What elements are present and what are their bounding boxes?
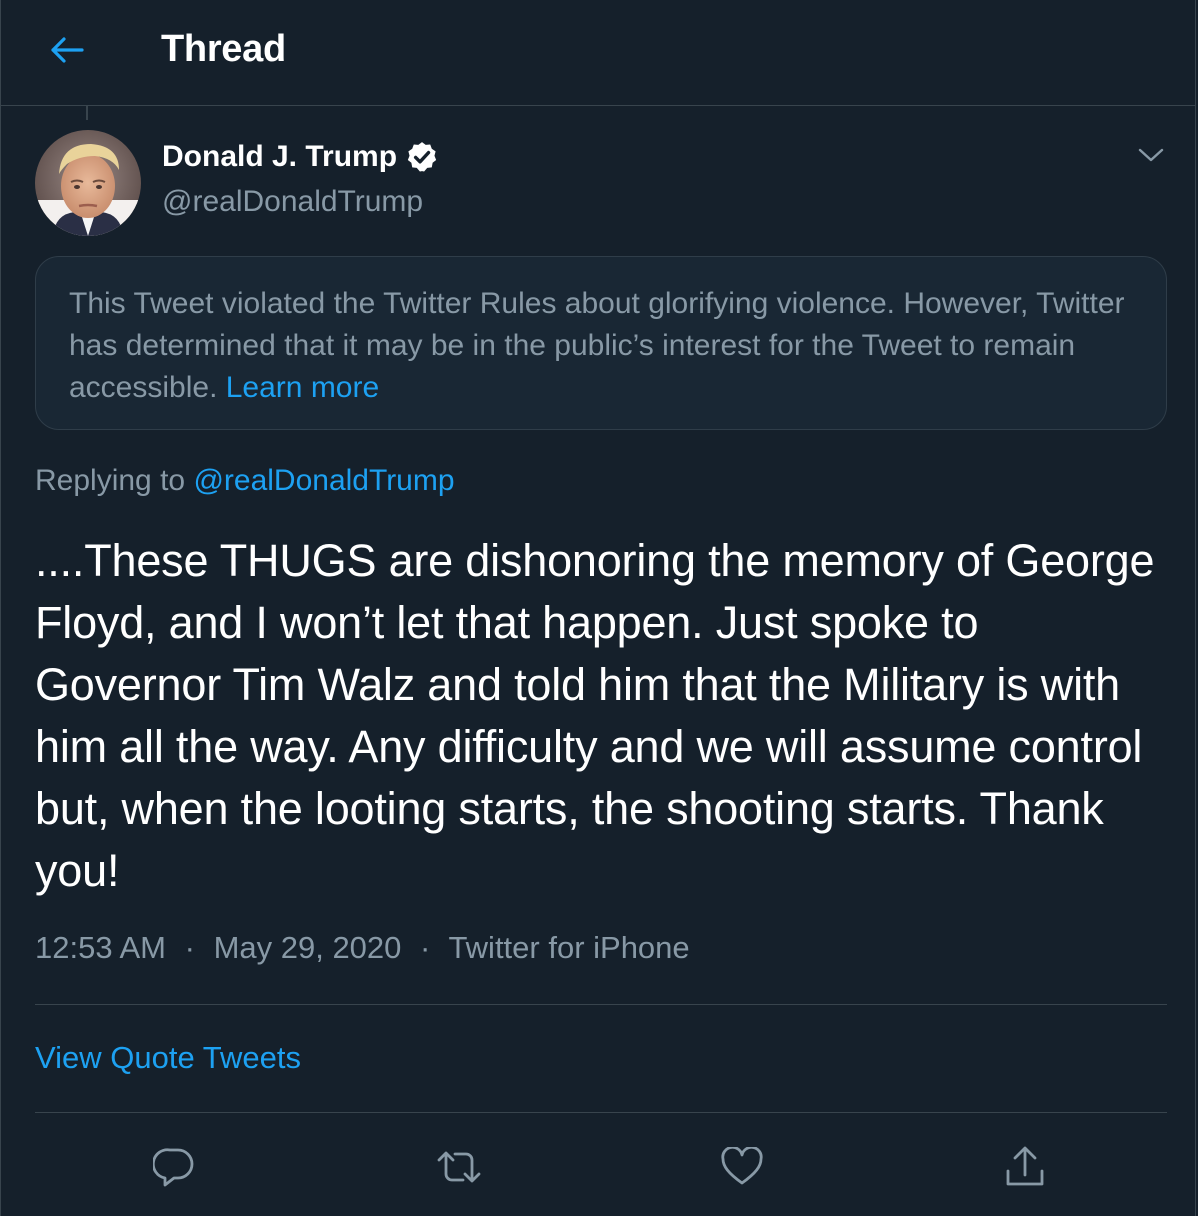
arrow-left-icon[interactable]: [50, 37, 84, 63]
verified-badge-icon: [407, 142, 437, 172]
view-quote-tweets-link[interactable]: View Quote Tweets: [35, 1040, 301, 1076]
tweet-text: ....These THUGS are dishonoring the memo…: [35, 535, 1155, 896]
tweet-source[interactable]: Twitter for iPhone: [448, 930, 689, 965]
meta-separator: ·: [184, 930, 195, 965]
replying-to: Replying to @realDonaldTrump: [35, 464, 455, 498]
retweet-icon[interactable]: [435, 1148, 483, 1186]
divider: [35, 1112, 1167, 1113]
tweet-metadata: 12:53 AM · May 29, 2020 · Twitter for iP…: [35, 930, 690, 966]
tweet-date[interactable]: May 29, 2020: [214, 930, 402, 965]
author-handle[interactable]: @realDonaldTrump: [162, 185, 423, 219]
retweet-button[interactable]: [434, 1142, 484, 1192]
avatar[interactable]: [35, 130, 141, 236]
author-name[interactable]: Donald J. Trump: [162, 140, 439, 174]
learn-more-link[interactable]: Learn more: [226, 371, 379, 404]
divider: [35, 1004, 1167, 1005]
replying-prefix: Replying to: [35, 464, 186, 497]
reply-button[interactable]: [149, 1142, 199, 1192]
replying-handle-link[interactable]: @realDonaldTrump: [193, 464, 454, 497]
thread-header: Thread: [1, 0, 1195, 106]
page-title: Thread: [161, 28, 286, 70]
author-name-text[interactable]: Donald J. Trump: [162, 140, 397, 174]
more-options-button[interactable]: [1131, 138, 1171, 172]
chevron-down-icon[interactable]: [1138, 147, 1164, 163]
like-button[interactable]: [717, 1142, 767, 1192]
back-button[interactable]: [43, 28, 91, 72]
thread-page: Thread Donald J. Trump @realDonaldTrump …: [0, 0, 1196, 1216]
avatar-image[interactable]: [35, 130, 141, 236]
like-icon[interactable]: [720, 1147, 764, 1187]
share-button[interactable]: [1000, 1142, 1050, 1192]
tweet-time[interactable]: 12:53 AM: [35, 930, 166, 965]
share-icon[interactable]: [1003, 1145, 1047, 1189]
meta-separator: ·: [420, 930, 431, 965]
reply-icon[interactable]: [153, 1147, 195, 1187]
rules-violation-notice: This Tweet violated the Twitter Rules ab…: [35, 256, 1167, 430]
thread-connector-line: [86, 106, 88, 120]
